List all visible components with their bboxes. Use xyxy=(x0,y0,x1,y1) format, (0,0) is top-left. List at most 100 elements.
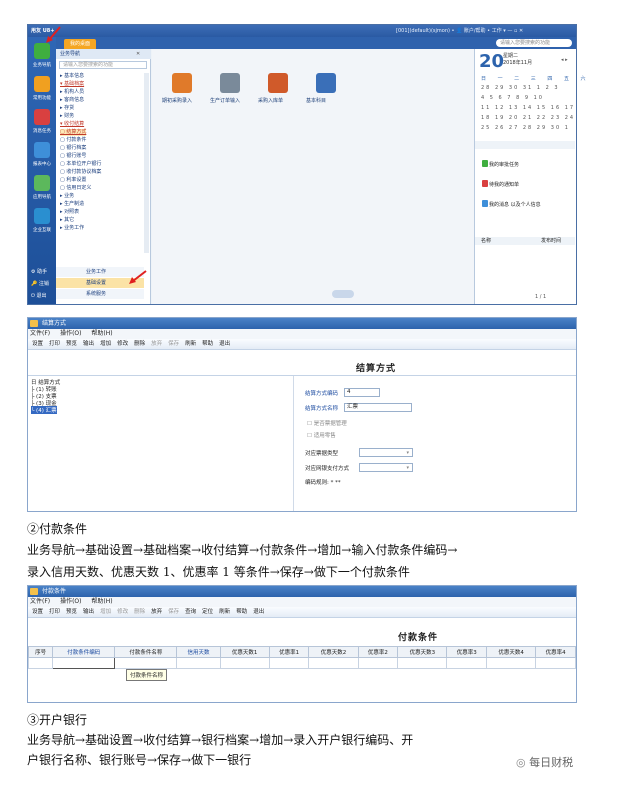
grid-column-header[interactable]: 付款条件编码 xyxy=(52,646,116,658)
toolbar-button[interactable]: 删除 xyxy=(134,609,145,615)
grid-column-header[interactable]: 优惠天数3 xyxy=(397,646,448,658)
pager[interactable]: 1 / 1 xyxy=(535,294,546,300)
nav-item[interactable]: ▸ 机构人员 xyxy=(60,89,84,96)
menu-help[interactable]: 帮助(H) xyxy=(91,598,112,605)
nav-item[interactable]: ▢ 银行档案 xyxy=(60,145,86,152)
sidebar-item-5[interactable]: 企业互联 xyxy=(31,208,53,238)
toolbar-button[interactable]: 输出 xyxy=(83,609,94,615)
toolbar-button[interactable]: 刷新 xyxy=(185,341,196,347)
toolbar-button[interactable]: 保存 xyxy=(168,341,179,347)
code-input[interactable]: 4 xyxy=(344,388,380,397)
toolbar-button[interactable]: 删除 xyxy=(134,341,145,347)
task-item[interactable]: 我的消息 以及个人信息 xyxy=(482,200,541,208)
grid-cell[interactable] xyxy=(27,657,54,669)
net-bank-select[interactable]: ▾ xyxy=(359,463,413,472)
nav-item[interactable]: ▢ 付款条件 xyxy=(60,137,86,144)
toolbar-button[interactable]: 定位 xyxy=(202,609,213,615)
sidebar-item-1[interactable]: 常用功能 xyxy=(31,76,53,106)
nav-item[interactable]: ▸ 客商信息 xyxy=(60,97,84,104)
grid-column-header[interactable]: 优惠率1 xyxy=(268,646,310,658)
toolbar-button[interactable]: 放弃 xyxy=(151,609,162,615)
grid-column-header[interactable]: 付款条件名称 xyxy=(114,646,178,658)
nav-item[interactable]: ▸ 业务工作 xyxy=(60,225,84,232)
grid-cell[interactable] xyxy=(268,657,310,669)
toolbar-button[interactable]: 输出 xyxy=(83,341,94,347)
grid-column-header[interactable]: 序号 xyxy=(27,646,54,658)
nav-bottom-item-2[interactable]: 系统服务 xyxy=(56,289,144,299)
nav-item[interactable]: ▢ 结算方式 xyxy=(60,129,87,136)
grid-cell[interactable] xyxy=(486,657,537,669)
grid-cell[interactable] xyxy=(535,657,576,669)
bill-manage-checkbox[interactable]: ☐ 是否票据管理 xyxy=(307,419,347,427)
toolbar-button[interactable]: 放弃 xyxy=(151,341,162,347)
nav-search-input[interactable]: 请输入您要搜索的功能 xyxy=(59,61,147,69)
menu-file[interactable]: 文件(F) xyxy=(30,598,50,605)
toolbar-button[interactable]: 设置 xyxy=(32,609,43,615)
grid-column-header[interactable]: 优惠率4 xyxy=(535,646,576,658)
grid-column-header[interactable]: 优惠天数4 xyxy=(486,646,537,658)
toolbar-button[interactable]: 修改 xyxy=(117,341,128,347)
grid-column-header[interactable]: 优惠天数1 xyxy=(219,646,270,658)
nav-item[interactable]: ▢ 信用日定义 xyxy=(60,185,91,192)
task-item[interactable]: 待我的通知单 xyxy=(482,180,519,188)
close-icon[interactable]: ✕ xyxy=(136,51,140,57)
nav-item[interactable]: ▢ 利率设置 xyxy=(60,177,86,184)
toolbar-button[interactable]: 打印 xyxy=(49,341,60,347)
grid-column-header[interactable]: 优惠率2 xyxy=(357,646,399,658)
nav-item[interactable]: ▢ 本单位开户银行 xyxy=(60,161,101,168)
grid-cell[interactable] xyxy=(446,657,488,669)
desktop-shortcut-icon[interactable] xyxy=(268,73,288,93)
global-search-input[interactable]: 请输入您要搜索的功能 xyxy=(496,39,572,47)
nav-item[interactable]: ▾ 基础档案 xyxy=(60,81,84,88)
toolbar-button[interactable]: 增加 xyxy=(100,341,111,347)
tab-my-desktop[interactable]: 我的桌面 xyxy=(64,39,96,49)
menu-help[interactable]: 帮助(H) xyxy=(91,330,112,337)
grid-cell[interactable] xyxy=(308,657,359,669)
nav-scrollbar[interactable] xyxy=(144,73,149,253)
menu-operation[interactable]: 操作(O) xyxy=(60,330,81,337)
toolbar-button[interactable]: 查询 xyxy=(185,609,196,615)
sidebar-item-3[interactable]: 报表中心 xyxy=(31,142,53,172)
page-indicator[interactable] xyxy=(332,290,354,298)
retail-checkbox[interactable]: ☐ 适用零售 xyxy=(307,431,336,439)
toolbar-button[interactable]: 修改 xyxy=(117,609,128,615)
grid-column-header[interactable]: 信用天数 xyxy=(176,646,221,658)
nav-item[interactable]: ▸ 存货 xyxy=(60,105,74,112)
toolbar-button[interactable]: 保存 xyxy=(168,609,179,615)
splitter[interactable] xyxy=(293,376,294,511)
toolbar-button[interactable]: 退出 xyxy=(219,341,230,347)
calendar-nav-icon[interactable]: ◂ ▸ xyxy=(561,57,568,63)
nav-item[interactable]: ▸ 业务 xyxy=(60,193,74,200)
desktop-shortcut-icon[interactable] xyxy=(316,73,336,93)
toolbar-button[interactable]: 增加 xyxy=(100,609,111,615)
nav-item[interactable]: ▸ 生产制造 xyxy=(60,201,84,208)
toolbar-button[interactable]: 预览 xyxy=(66,341,77,347)
nav-item[interactable]: ▸ 对照表 xyxy=(60,209,79,216)
sidebar-item-0[interactable]: 业务导航 xyxy=(31,43,53,73)
nav-item[interactable]: ▾ 收付结算 xyxy=(60,121,84,128)
nav-item[interactable]: ▸ 其它 xyxy=(60,217,74,224)
toolbar-button[interactable]: 帮助 xyxy=(236,609,247,615)
grid-column-header[interactable]: 优惠率3 xyxy=(446,646,488,658)
nav-item[interactable]: ▢ 银行账号 xyxy=(60,153,86,160)
grid-cell[interactable] xyxy=(176,657,221,669)
sidebar-bottom-help[interactable]: ⚙ 助手 xyxy=(31,269,47,275)
toolbar-button[interactable]: 帮助 xyxy=(202,341,213,347)
toolbar-button[interactable]: 刷新 xyxy=(219,609,230,615)
nav-item[interactable]: ▢ 收付款协议档案 xyxy=(60,169,101,176)
grid-column-header[interactable]: 优惠天数2 xyxy=(308,646,359,658)
grid-cell[interactable] xyxy=(52,657,116,669)
sidebar-bottom-logout[interactable]: 🔑 注销 xyxy=(31,281,49,287)
task-item[interactable]: 我的审批任务 xyxy=(482,160,519,168)
toolbar-button[interactable]: 打印 xyxy=(49,609,60,615)
menu-file[interactable]: 文件(F) xyxy=(30,330,50,337)
menu-operation[interactable]: 操作(O) xyxy=(60,598,81,605)
nav-item[interactable]: ▸ 财务 xyxy=(60,113,74,120)
sidebar-bottom-exit[interactable]: ⏻ 退出 xyxy=(31,293,47,299)
title-right-info[interactable]: [001](default)(sjmon) • 👤 账户/帮助 • 工作 ▾ —… xyxy=(396,28,523,34)
grid-cell[interactable] xyxy=(114,657,178,669)
toolbar-button[interactable]: 退出 xyxy=(253,609,264,615)
sidebar-item-2[interactable]: 消息任务 xyxy=(31,109,53,139)
name-input[interactable]: 汇票 xyxy=(344,403,412,412)
grid-cell[interactable] xyxy=(357,657,399,669)
